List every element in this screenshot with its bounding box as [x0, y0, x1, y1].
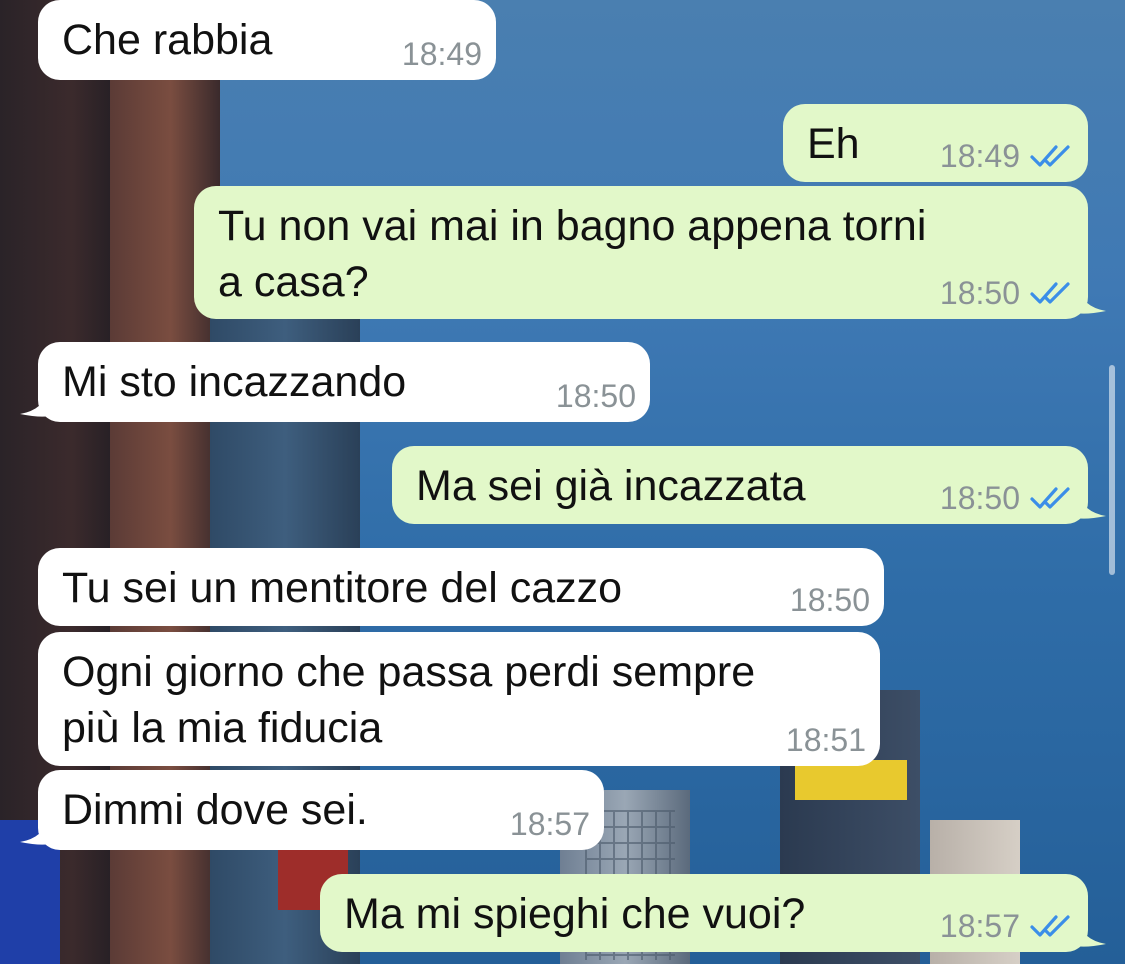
message-meta: 18:50: [940, 275, 1074, 311]
double-check-icon: [1030, 143, 1074, 169]
bubble-tail: [1076, 918, 1106, 947]
message-meta: 18:57: [940, 908, 1074, 944]
double-check-icon: [1030, 913, 1074, 939]
incoming-message[interactable]: Mi sto incazzando 18:50: [20, 342, 650, 422]
double-check-icon: [1030, 280, 1074, 306]
message-meta: 18:57: [510, 806, 590, 842]
incoming-message[interactable]: Tu sei un mentitore del cazzo 18:50: [38, 548, 884, 626]
incoming-message[interactable]: Che rabbia 18:49: [38, 0, 496, 80]
message-meta: 18:49: [402, 36, 482, 72]
outgoing-message[interactable]: Tu non vai mai in bagno appena torni a c…: [194, 186, 1106, 319]
message-time: 18:49: [401, 36, 482, 72]
message-time: 18:57: [509, 806, 590, 842]
message-text: Mi sto incazzando: [62, 358, 407, 406]
message-time: 18:50: [939, 275, 1020, 311]
message-time: 18:57: [939, 908, 1020, 944]
message-time: 18:51: [785, 722, 866, 758]
double-check-icon: [1030, 485, 1074, 511]
bubble-tail: [20, 816, 50, 845]
chat-scrollbar[interactable]: [1109, 365, 1115, 575]
bubble-tail: [20, 388, 50, 417]
incoming-message[interactable]: Ogni giorno che passa perdi sempre più l…: [38, 632, 880, 766]
message-time: 18:50: [789, 582, 870, 618]
outgoing-message[interactable]: Ma sei già incazzata 18:50: [392, 446, 1106, 524]
outgoing-message[interactable]: Ma mi spieghi che vuoi? 18:57: [320, 874, 1106, 952]
message-text: Tu non vai mai in bagno appena torni a c…: [218, 202, 927, 306]
bubble-tail: [1076, 285, 1106, 314]
message-meta: 18:51: [786, 722, 866, 758]
bubble-tail: [1076, 490, 1106, 519]
message-text: Ogni giorno che passa perdi sempre più l…: [62, 648, 756, 752]
wallpaper-billboard: [795, 760, 907, 800]
message-time: 18:49: [939, 138, 1020, 174]
message-meta: 18:50: [556, 378, 636, 414]
outgoing-message[interactable]: Eh 18:49: [783, 104, 1088, 182]
message-meta: 18:49: [940, 138, 1074, 174]
message-meta: 18:50: [790, 582, 870, 618]
message-text: Dimmi dove sei.: [62, 786, 368, 834]
message-meta: 18:50: [940, 480, 1074, 516]
incoming-message[interactable]: Dimmi dove sei. 18:57: [20, 770, 604, 850]
message-time: 18:50: [555, 378, 636, 414]
message-text: Tu sei un mentitore del cazzo: [62, 564, 623, 612]
message-time: 18:50: [939, 480, 1020, 516]
